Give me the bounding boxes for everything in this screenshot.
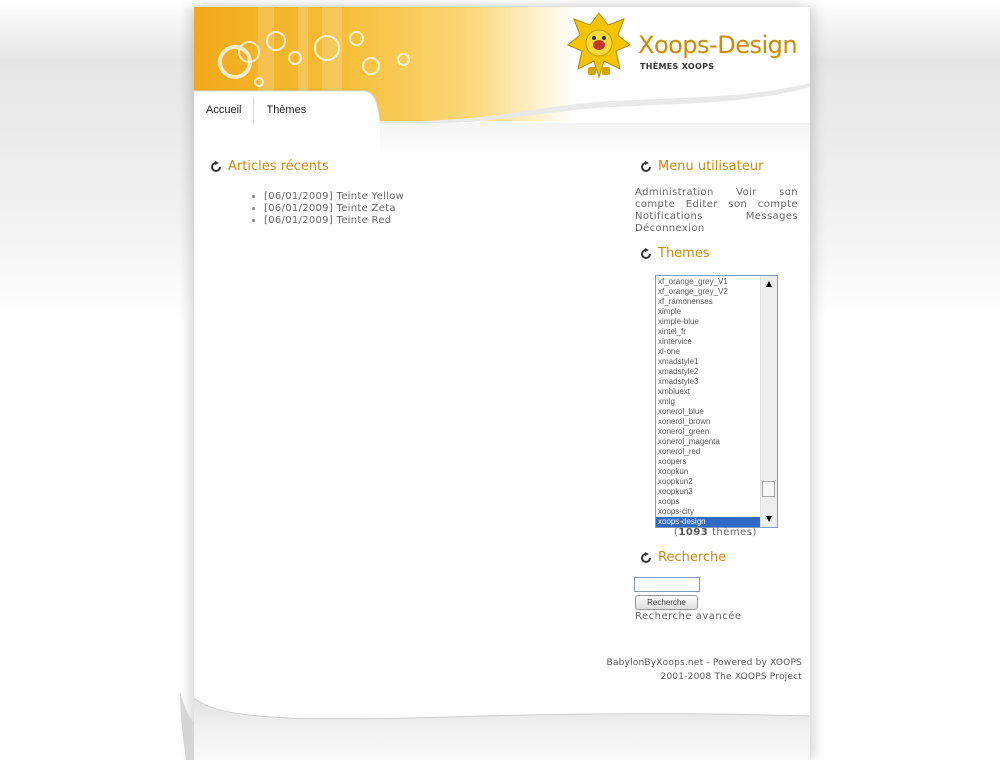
theme-option[interactable]: xonerol_brown [656,417,761,427]
footer: BabylonByXoops.net - Powered by XOOPS 20… [607,656,802,684]
theme-option[interactable]: xonerol_blue [656,407,761,417]
list-item[interactable]: [06/01/2009] Teinte Red [264,215,404,227]
search-block-title: Recherche [640,550,726,565]
refresh-icon [211,160,221,172]
theme-option[interactable]: xintervice [656,337,761,347]
block-title-text: Recherche [658,550,727,565]
themes-block-title: Themes [640,246,710,261]
refresh-icon [641,160,651,172]
list-item[interactable]: [06/01/2009] Teinte Yellow [264,191,404,203]
user-menu-links: Administration Voir son compte Editer so… [635,187,798,235]
site-header: Xoops-Design THÈMES XOOPS Accueil Thèmes [194,7,810,157]
user-menu-title: Menu utilisateur [640,159,763,174]
theme-option[interactable]: xf_ramonenses [656,297,761,307]
link-administration[interactable]: Administration [635,187,714,198]
theme-count: (1093 thèmes) [674,527,757,538]
logo-subtitle: THÈMES XOOPS [640,62,715,71]
footer-copyright: 2001-2008 The XOOPS Project [660,672,802,682]
theme-option[interactable]: xoops-design [656,517,761,527]
nav-item-themes[interactable]: Thèmes [254,97,318,123]
articles-block-title: Articles récents [210,159,329,174]
scroll-thumb[interactable] [762,481,775,497]
main-nav: Accueil Thèmes [194,97,318,123]
block-title-text: Menu utilisateur [658,159,764,174]
articles-list: [06/01/2009] Teinte Yellow [06/01/2009] … [254,191,404,227]
theme-select-list[interactable]: xf_orange_grey_V1 xf_orange_grey_V2 xf_ram… [655,275,778,528]
theme-option[interactable]: xoops [656,497,761,507]
theme-option[interactable]: xmadstyle3 [656,377,761,387]
page-container: Xoops-Design THÈMES XOOPS Accueil Thèmes… [180,7,810,760]
theme-option[interactable]: xoopkun3 [656,487,761,497]
mascot-icon [567,12,631,79]
theme-option[interactable]: xmadstyle2 [656,367,761,377]
theme-option[interactable]: xoopkun2 [656,477,761,487]
theme-option[interactable]: ximple [656,307,761,317]
theme-option[interactable]: xonerol_green [656,427,761,437]
link-edit-account[interactable]: Editer son compte [686,199,798,210]
theme-option[interactable]: xmbluext [656,387,761,397]
scrollbar[interactable]: ▲ ▼ [760,276,777,527]
theme-option[interactable]: xmlg [656,397,761,407]
theme-option[interactable]: xoops-city [656,507,761,517]
link-logout[interactable]: Déconnexion [635,223,705,234]
theme-option[interactable]: xl-one [656,347,761,357]
theme-option[interactable]: xmadstyle1 [656,357,761,367]
scroll-up-icon[interactable]: ▲ [761,276,777,292]
site-logo[interactable]: Xoops-Design THÈMES XOOPS [566,11,806,83]
page-bottom-curl [180,692,810,760]
refresh-icon [641,247,651,259]
link-messages[interactable]: Messages [746,211,798,222]
theme-option[interactable]: xonerol_red [656,447,761,457]
search-input[interactable] [634,577,700,592]
theme-option[interactable]: xf_orange_grey_V2 [656,287,761,297]
block-title-text: Articles récents [228,159,329,174]
theme-option[interactable]: xoopers [656,457,761,467]
search-button[interactable]: Recherche [635,595,698,610]
link-notifications[interactable]: Notifications [635,211,703,222]
theme-option[interactable]: ximple-blue [656,317,761,327]
theme-option[interactable]: xonerol_magenta [656,437,761,447]
theme-option[interactable]: xf_orange_grey_V1 [656,277,761,287]
block-title-text: Themes [658,246,710,261]
scroll-down-icon[interactable]: ▼ [761,511,777,527]
theme-option[interactable]: xintel_fr [656,327,761,337]
theme-count-number: 1093 [678,527,709,538]
logo-title: Xoops-Design [638,31,798,59]
list-item[interactable]: [06/01/2009] Teinte Zeta [264,203,404,215]
nav-item-accueil[interactable]: Accueil [194,97,255,123]
footer-powered-by: BabylonByXoops.net - Powered by XOOPS [606,658,802,668]
advanced-search-link[interactable]: Recherche avancée [635,611,742,622]
theme-option[interactable]: xoopkun [656,467,761,477]
theme-options: xf_orange_grey_V1 xf_orange_grey_V2 xf_ram… [656,277,761,527]
refresh-icon [641,551,651,563]
